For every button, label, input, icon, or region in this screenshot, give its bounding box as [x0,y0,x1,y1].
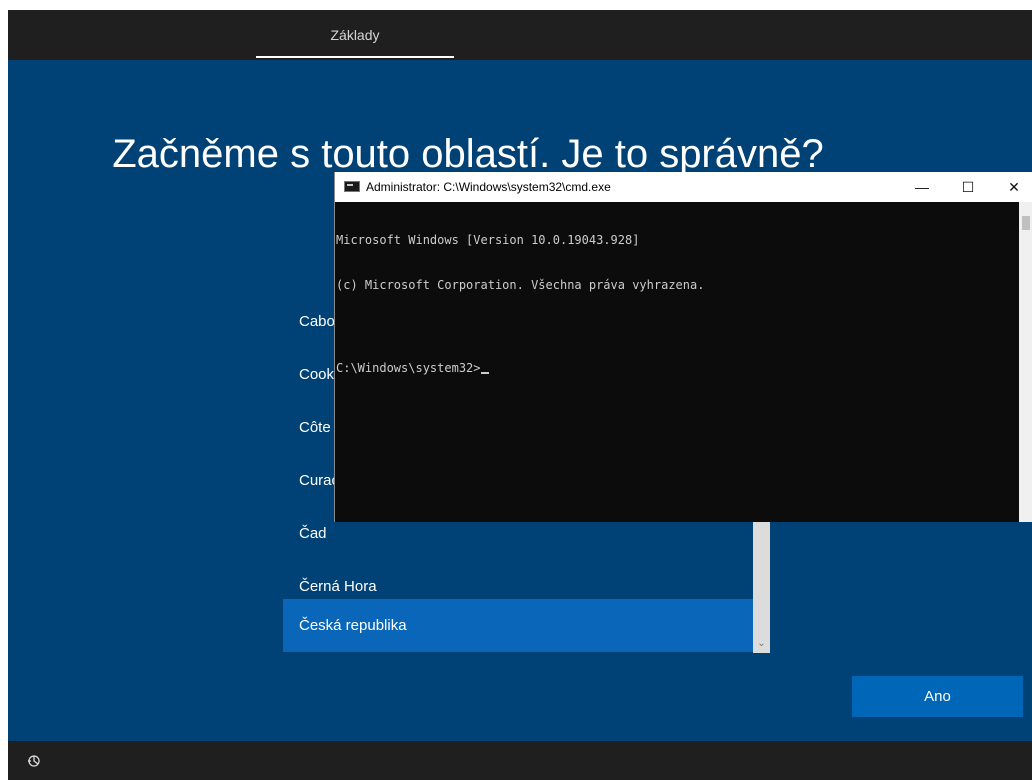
console-line: Microsoft Windows [Version 10.0.19043.92… [336,233,640,247]
scrollbar-thumb[interactable] [1022,216,1030,230]
bottom-bar [8,741,1032,780]
text-cursor [480,372,489,374]
console-app-icon [344,181,360,192]
top-bar: Základy [8,10,1032,60]
tab-basics[interactable]: Základy [256,10,454,60]
console-scrollbar[interactable] [1019,202,1032,522]
ease-of-access-icon[interactable] [26,753,42,769]
close-button[interactable]: ✕ [991,172,1032,202]
tab-underline [256,56,454,58]
page-title: Začněme s touto oblastí. Je to správně? [112,132,824,176]
console-line: (c) Microsoft Corporation. Všechna práva… [336,278,705,292]
maximize-button[interactable]: ☐ [945,172,991,202]
list-item-selected[interactable]: Česká republika [283,599,753,652]
window-title: Administrator: C:\Windows\system32\cmd.e… [366,180,611,194]
yes-button[interactable]: Ano [852,676,1023,717]
chevron-down-icon[interactable]: ⌄ [753,633,770,653]
cmd-window[interactable]: Administrator: C:\Windows\system32\cmd.e… [334,172,1032,522]
console-prompt: C:\Windows\system32> [336,361,481,375]
minimize-button[interactable]: — [899,172,945,202]
cmd-titlebar[interactable]: Administrator: C:\Windows\system32\cmd.e… [335,172,1032,202]
console-output[interactable]: Microsoft Windows [Version 10.0.19043.92… [335,202,1019,522]
